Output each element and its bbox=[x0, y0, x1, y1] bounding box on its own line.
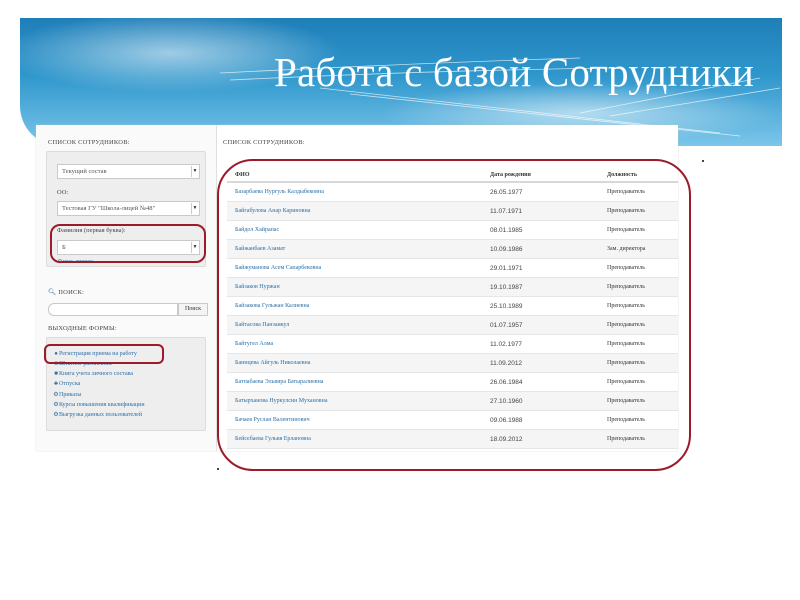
form-link-label: Курсы повышения квалификации bbox=[59, 402, 145, 408]
form-link-personnel-book[interactable]: ■Книга учета личного состава bbox=[53, 371, 133, 377]
org-label: ОО: bbox=[57, 189, 69, 196]
slide-dot bbox=[217, 468, 219, 470]
employees-list-heading: Список сотрудников: bbox=[48, 139, 130, 146]
form-link-label: Выгрузка данных пользователей bbox=[59, 412, 143, 418]
search-icon: 🔍︎ bbox=[48, 289, 57, 296]
org-select[interactable]: Тестовая ГУ "Школа-лицей №48" ▼ bbox=[57, 201, 200, 216]
form-link-label: Приказы bbox=[59, 392, 82, 398]
dropdown-arrow-icon: ▼ bbox=[191, 166, 198, 177]
slide-dot bbox=[702, 160, 704, 162]
highlight-letter-filter bbox=[50, 224, 206, 263]
form-link-label: Отпуска bbox=[59, 381, 81, 387]
form-link-label: Книга учета личного состава bbox=[59, 371, 134, 377]
dropdown-arrow-icon: ▼ bbox=[191, 203, 198, 214]
form-link-export[interactable]: ⚙Выгрузка данных пользователей bbox=[53, 411, 142, 418]
search-button[interactable]: Поиск bbox=[178, 303, 208, 316]
form-link-courses[interactable]: ⚙Курсы повышения квалификации bbox=[53, 401, 145, 408]
slide-title: Работа с базой Сотрудники bbox=[274, 49, 755, 95]
filter-panel: Список сотрудников: Текущий состав ▼ ОО:… bbox=[40, 125, 214, 451]
search-input[interactable] bbox=[48, 303, 178, 316]
employee-list-heading: Список сотрудников: bbox=[223, 139, 305, 146]
highlight-registration-link bbox=[44, 344, 164, 364]
output-forms-heading: Выходные формы: bbox=[48, 325, 117, 332]
search-heading-text: Поиск: bbox=[58, 289, 85, 296]
form-link-orders[interactable]: ⚙Приказы bbox=[53, 391, 81, 398]
status-select-value: Текущий состав bbox=[62, 168, 107, 175]
search-heading: 🔍︎ Поиск: bbox=[48, 288, 84, 296]
form-link-vacations[interactable]: ♣Отпуска bbox=[53, 381, 80, 387]
org-select-value: Тестовая ГУ "Школа-лицей №48" bbox=[62, 205, 156, 212]
status-select[interactable]: Текущий состав ▼ bbox=[57, 164, 200, 179]
highlight-employee-table bbox=[217, 159, 691, 471]
